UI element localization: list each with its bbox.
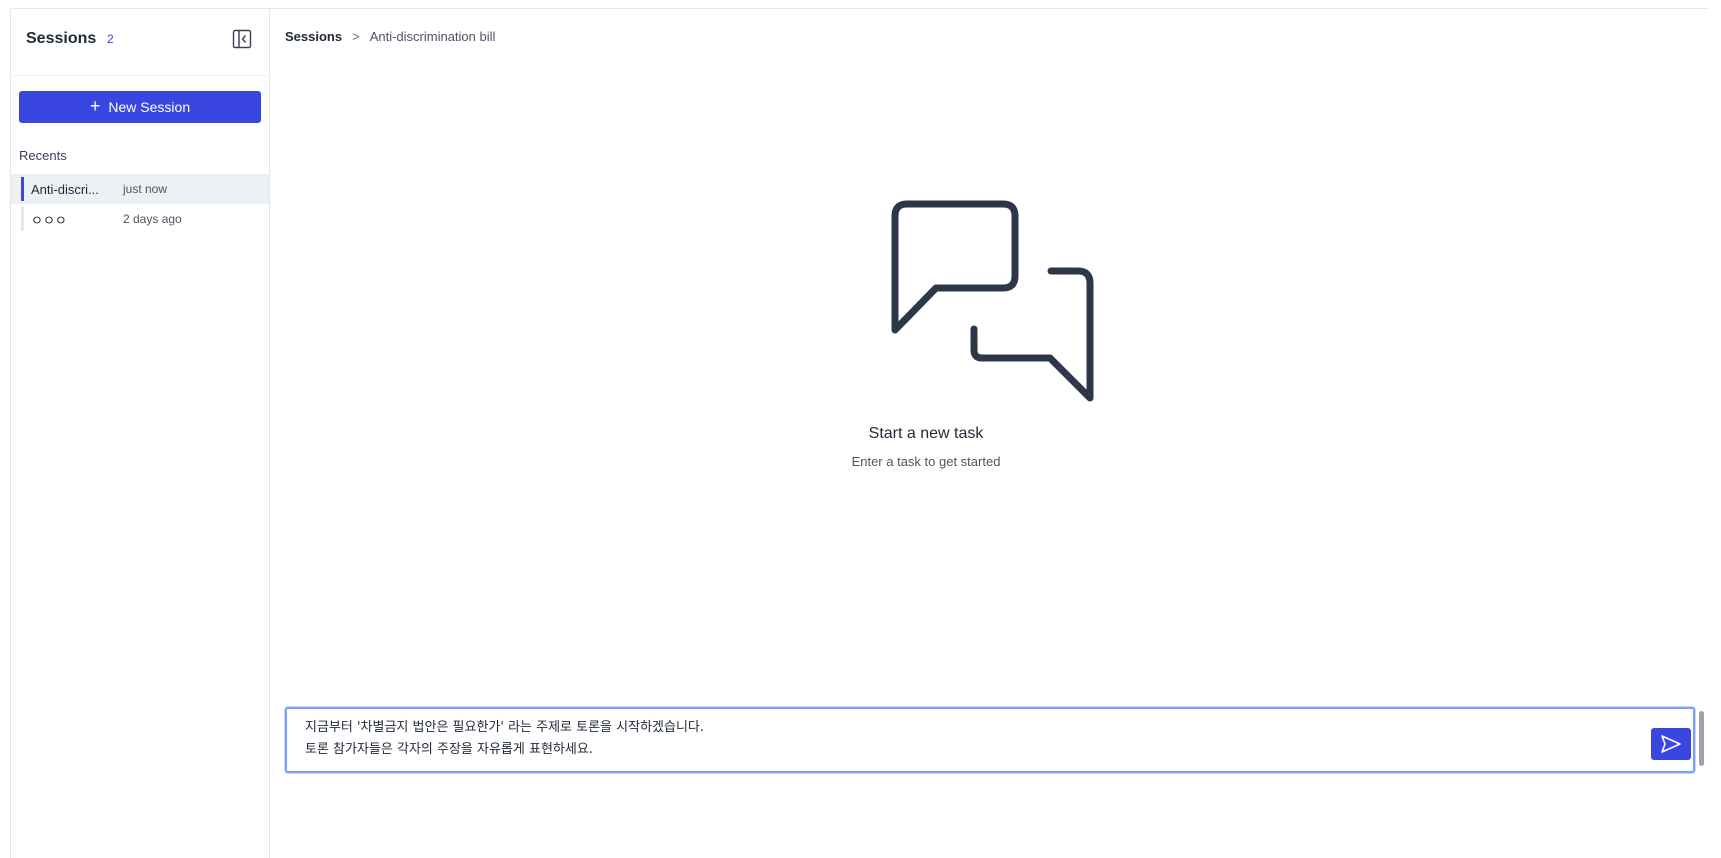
new-session-button[interactable]: + New Session bbox=[19, 91, 261, 123]
session-item[interactable]: ㅇㅇㅇ 2 days ago bbox=[11, 204, 269, 234]
session-time: 2 days ago bbox=[123, 212, 182, 226]
breadcrumb-sessions-link[interactable]: Sessions bbox=[285, 29, 342, 44]
task-input[interactable] bbox=[305, 717, 1535, 763]
new-session-label: New Session bbox=[108, 99, 191, 115]
plus-icon: + bbox=[89, 96, 101, 116]
app-window: Sessions 2 + New Session Recents Anti-di… bbox=[10, 8, 1709, 858]
chat-bubbles-icon bbox=[890, 199, 1120, 409]
task-composer bbox=[285, 707, 1704, 773]
active-indicator bbox=[21, 177, 24, 201]
breadcrumb: Sessions > Anti-discrimination bill bbox=[285, 29, 495, 44]
recents-heading: Recents bbox=[19, 148, 67, 163]
sidebar-header: Sessions 2 bbox=[11, 9, 269, 76]
empty-state-subtitle: Enter a task to get started bbox=[851, 454, 1001, 469]
send-button[interactable] bbox=[1651, 728, 1691, 760]
empty-state-title: Start a new task bbox=[868, 425, 984, 442]
session-count-badge: 2 bbox=[107, 32, 114, 46]
session-time: just now bbox=[123, 182, 168, 196]
breadcrumb-separator: > bbox=[352, 29, 360, 44]
main-panel: Sessions > Anti-discrimination bill Star… bbox=[270, 9, 1709, 858]
session-item[interactable]: Anti-discri... just now bbox=[11, 174, 269, 204]
session-name: ㅇㅇㅇ bbox=[31, 212, 67, 228]
collapse-sidebar-icon[interactable] bbox=[232, 29, 252, 49]
composer-scrollbar[interactable] bbox=[1699, 711, 1704, 766]
sidebar: Sessions 2 + New Session Recents Anti-di… bbox=[11, 9, 270, 858]
session-indicator bbox=[21, 207, 24, 231]
breadcrumb-current: Anti-discrimination bill bbox=[369, 29, 496, 44]
session-name: Anti-discri... bbox=[31, 181, 99, 197]
session-list: Anti-discri... just now ㅇㅇㅇ 2 days ago bbox=[11, 174, 269, 234]
send-icon bbox=[1661, 735, 1681, 753]
sidebar-title: Sessions bbox=[26, 30, 97, 47]
